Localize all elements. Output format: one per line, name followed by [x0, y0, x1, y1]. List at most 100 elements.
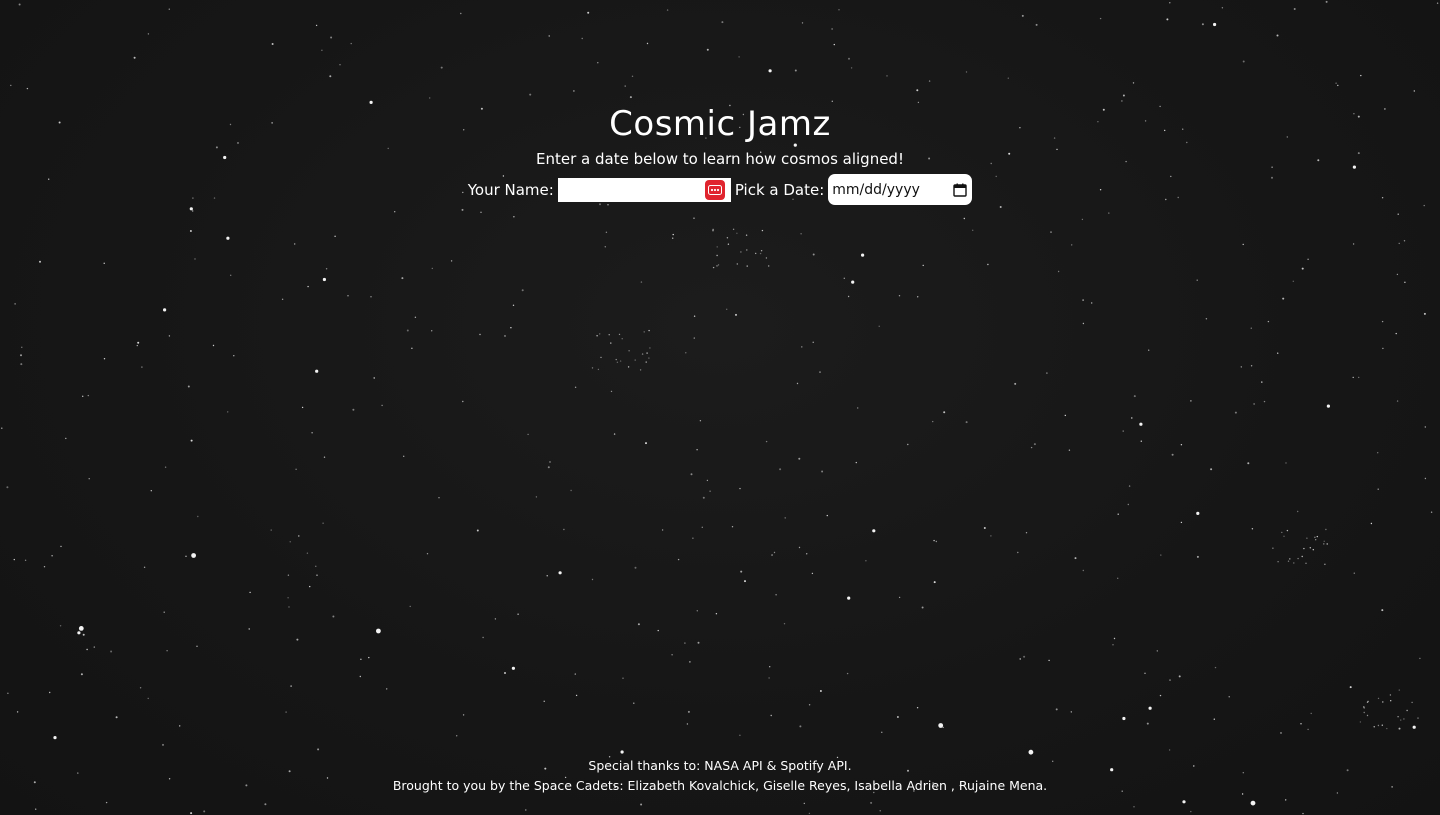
star [686, 723, 689, 725]
star [798, 457, 801, 460]
star [640, 803, 643, 806]
star [847, 295, 850, 298]
star [1171, 453, 1174, 456]
star [736, 263, 738, 265]
star [1301, 555, 1303, 558]
star [755, 252, 757, 255]
star [14, 303, 16, 305]
star [1397, 716, 1399, 718]
star [1168, 749, 1171, 751]
star [1366, 714, 1369, 717]
star [317, 748, 320, 751]
star [1398, 727, 1401, 730]
star [1253, 403, 1255, 405]
star [701, 526, 703, 528]
star [110, 650, 113, 653]
star [916, 707, 919, 709]
star [1325, 528, 1327, 531]
star [558, 571, 562, 575]
star [800, 233, 802, 235]
star [287, 574, 290, 576]
star [684, 642, 686, 644]
star [1128, 485, 1131, 487]
star [1127, 503, 1130, 506]
star [697, 641, 700, 644]
star [1014, 382, 1017, 385]
star [896, 716, 899, 718]
star [1377, 488, 1379, 490]
star [321, 49, 323, 51]
star [712, 230, 714, 232]
star [1017, 551, 1019, 554]
star [855, 461, 857, 464]
star [1144, 672, 1146, 674]
star [1307, 728, 1309, 731]
star [574, 673, 576, 675]
star [1133, 395, 1136, 398]
star [983, 527, 986, 529]
star [105, 801, 108, 804]
star [103, 358, 106, 360]
star [185, 555, 187, 557]
star [1381, 724, 1384, 726]
star [881, 731, 883, 733]
star [163, 611, 165, 613]
star [1310, 712, 1312, 715]
star [1263, 400, 1266, 403]
star [438, 497, 440, 499]
star [933, 581, 936, 584]
star [1312, 549, 1315, 551]
star [597, 368, 600, 371]
star [812, 341, 814, 343]
date-placeholder[interactable]: mm/dd/yyyy [832, 182, 920, 198]
star [1196, 279, 1198, 281]
star [376, 628, 381, 634]
calendar-icon[interactable] [953, 183, 967, 197]
hero: Cosmic Jamz Enter a date below to learn … [0, 100, 1440, 205]
star [1386, 727, 1388, 730]
star [812, 253, 815, 256]
name-field-wrapper [557, 177, 731, 202]
star [1068, 449, 1071, 451]
star [706, 48, 709, 51]
star [672, 237, 674, 239]
star [480, 211, 482, 213]
star [645, 442, 647, 445]
date-input[interactable]: mm/dd/yyyy [828, 174, 973, 205]
star [1325, 0, 1328, 3]
star [712, 228, 714, 231]
date-label: Pick a Date: [734, 180, 825, 199]
star [1221, 7, 1224, 9]
star [1403, 240, 1406, 242]
star [879, 810, 881, 812]
star [1277, 561, 1279, 563]
footer-thanks: Special thanks to: NASA API & Spotify AP… [588, 758, 852, 773]
star [726, 308, 728, 310]
star [716, 265, 718, 267]
star [1381, 609, 1384, 612]
star [1028, 749, 1034, 755]
star [166, 650, 168, 652]
star [1307, 258, 1309, 260]
star [1353, 572, 1356, 574]
star [386, 688, 388, 690]
password-manager-icon[interactable] [704, 179, 725, 200]
star [1033, 443, 1036, 446]
star [65, 437, 67, 440]
star [212, 344, 215, 347]
star [226, 236, 230, 240]
star [1081, 218, 1084, 221]
star [727, 243, 730, 245]
star [1055, 708, 1058, 711]
star [133, 56, 136, 59]
star [1050, 231, 1052, 233]
star [736, 232, 738, 234]
star [1305, 562, 1307, 564]
star [1297, 557, 1299, 560]
star [527, 433, 529, 436]
star [1349, 686, 1352, 689]
star [1424, 477, 1427, 480]
star [1300, 723, 1302, 725]
star [330, 36, 333, 39]
star [898, 295, 901, 297]
